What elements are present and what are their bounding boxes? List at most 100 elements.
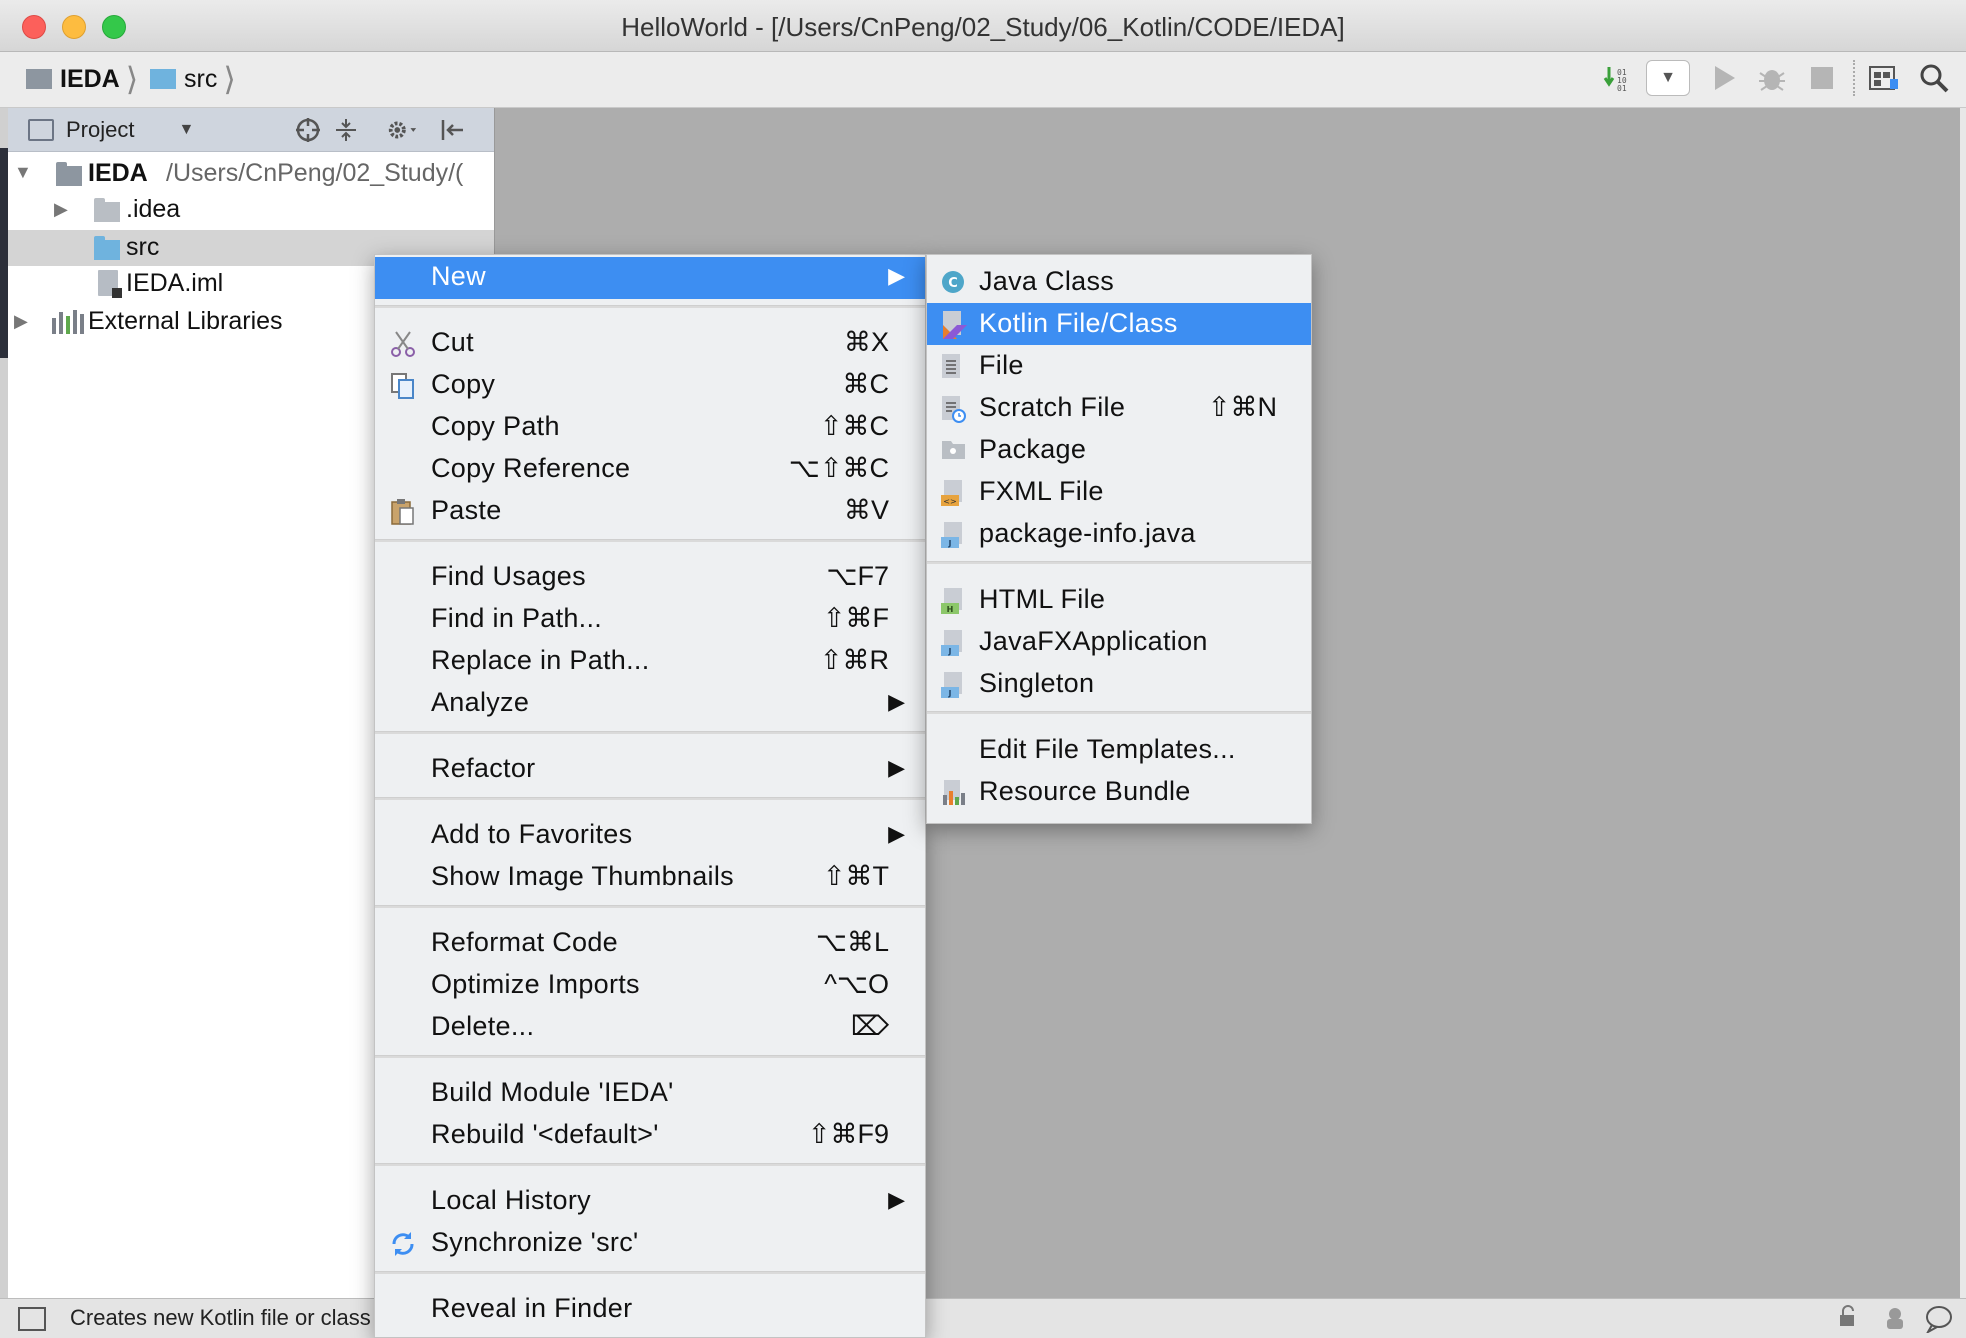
menu-item-synchronize[interactable]: Synchronize 'src' (375, 1223, 925, 1265)
menu-item-cut[interactable]: Cut ⌘X (375, 323, 925, 365)
collapse-all-icon[interactable] (330, 114, 362, 146)
java-file-icon: J (941, 671, 965, 699)
menu-item-reformat-code[interactable]: Reformat Code ⌥⌘L (375, 923, 925, 965)
status-bar: Creates new Kotlin file or class (0, 1298, 1966, 1338)
menu-item-new[interactable]: New ▶ (375, 257, 925, 299)
scratch-file-icon (941, 395, 966, 423)
breadcrumb-ieda[interactable]: IEDA ⟩ (26, 61, 138, 97)
menu-item-copy-reference[interactable]: Copy Reference ⌥⇧⌘C (375, 449, 925, 491)
submenu-item-label: Kotlin File/Class (979, 308, 1178, 338)
submenu-item-package[interactable]: Package (927, 429, 1311, 471)
module-folder-icon (26, 69, 52, 89)
tool-windows-icon[interactable] (18, 1307, 46, 1331)
run-icon[interactable] (1706, 60, 1742, 96)
project-panel-header: Project ▼ (8, 108, 494, 152)
submenu-item-file[interactable]: File (927, 345, 1311, 387)
menu-item-shortcut: ⌥F7 (826, 561, 889, 591)
submenu-item-resource-bundle[interactable]: Resource Bundle (927, 771, 1311, 813)
submenu-item-label: Package (979, 434, 1087, 464)
menu-item-shortcut: ⌦ (850, 1011, 889, 1041)
java-class-icon: C (941, 269, 965, 297)
html-file-icon: H (941, 587, 965, 615)
menu-item-shortcut: ⇧⌘C (819, 411, 889, 441)
make-icon[interactable]: 01 10 01 (1600, 60, 1636, 96)
lock-icon[interactable] (1836, 1305, 1858, 1336)
menu-item-label: New (431, 261, 486, 291)
menu-separator (375, 797, 925, 800)
tool-window-tab[interactable] (0, 148, 8, 358)
menu-item-label: Optimize Imports (431, 969, 640, 999)
submenu-item-scratch-file[interactable]: Scratch File ⇧⌘N (927, 387, 1311, 429)
svg-text:J: J (948, 647, 952, 656)
submenu-arrow-icon: ▶ (888, 689, 905, 714)
menu-item-delete[interactable]: Delete... ⌦ (375, 1007, 925, 1049)
project-structure-icon[interactable] (1866, 60, 1902, 96)
menu-item-paste[interactable]: Paste ⌘V (375, 491, 925, 533)
menu-item-label: Delete... (431, 1011, 535, 1041)
hide-panel-icon[interactable] (436, 114, 468, 146)
menu-item-optimize-imports[interactable]: Optimize Imports ^⌥O (375, 965, 925, 1007)
menu-item-label: Copy Reference (431, 453, 631, 483)
expand-arrow-icon[interactable]: ▶ (54, 199, 68, 220)
tree-item-idea[interactable]: ▶ .idea (8, 192, 494, 228)
debug-icon[interactable] (1754, 60, 1790, 96)
breadcrumb-src[interactable]: src ⟩ (150, 61, 236, 97)
fxml-file-icon: <> (941, 479, 965, 507)
menu-item-label: Reveal in Finder (431, 1293, 633, 1323)
menu-separator (375, 905, 925, 908)
menu-item-local-history[interactable]: Local History ▶ (375, 1181, 925, 1223)
menu-item-refactor[interactable]: Refactor ▶ (375, 749, 925, 791)
chevron-down-icon[interactable]: ▼ (178, 121, 194, 139)
menu-item-copy[interactable]: Copy ⌘C (375, 365, 925, 407)
run-config-dropdown[interactable]: ▼ (1646, 60, 1690, 96)
menu-item-label: Show Image Thumbnails (431, 861, 734, 891)
context-menu: New ▶ Cut ⌘X Copy ⌘C Copy Path ⇧⌘C Copy … (374, 254, 926, 1338)
menu-item-label: Rebuild '<default>' (431, 1119, 659, 1149)
menu-item-copy-path[interactable]: Copy Path ⇧⌘C (375, 407, 925, 449)
menu-item-label: Copy (431, 369, 496, 399)
menu-separator (375, 305, 925, 308)
search-icon[interactable] (1916, 60, 1952, 96)
menu-item-rebuild[interactable]: Rebuild '<default>' ⇧⌘F9 (375, 1115, 925, 1157)
title-bar: HelloWorld - [/Users/CnPeng/02_Study/06_… (0, 0, 1966, 52)
submenu-separator (927, 711, 1311, 714)
submenu-item-javafx-application[interactable]: J JavaFXApplication (927, 621, 1311, 663)
menu-item-label: Local History (431, 1185, 591, 1215)
gear-icon[interactable] (386, 114, 418, 146)
submenu-item-kotlin-file[interactable]: Kotlin File/Class (927, 303, 1311, 345)
submenu-item-html-file[interactable]: H HTML File (927, 579, 1311, 621)
menu-item-label: Synchronize 'src' (431, 1227, 639, 1257)
tree-item-ieda[interactable]: ▼ IEDA /Users/CnPeng/02_Study/( (8, 156, 494, 192)
expand-arrow-icon[interactable]: ▼ (14, 162, 32, 183)
menu-item-find-in-path[interactable]: Find in Path... ⇧⌘F (375, 599, 925, 641)
menu-item-replace-in-path[interactable]: Replace in Path... ⇧⌘R (375, 641, 925, 683)
expand-arrow-icon[interactable]: ▶ (14, 311, 28, 332)
menu-item-build-module[interactable]: Build Module 'IEDA' (375, 1073, 925, 1115)
submenu-separator (927, 561, 1311, 564)
submenu-item-package-info[interactable]: J package-info.java (927, 513, 1311, 555)
submenu-item-edit-file-templates[interactable]: Edit File Templates... (927, 729, 1311, 771)
submenu-item-singleton[interactable]: J Singleton (927, 663, 1311, 705)
menu-item-label: Paste (431, 495, 502, 525)
window-title: HelloWorld - [/Users/CnPeng/02_Study/06_… (621, 12, 1345, 42)
tree-item-label: .idea (126, 195, 181, 223)
menu-separator (375, 1271, 925, 1274)
stop-icon[interactable] (1804, 60, 1840, 96)
breadcrumb-separator: ⟩ (223, 61, 236, 97)
submenu-item-label: File (979, 350, 1024, 380)
menu-item-find-usages[interactable]: Find Usages ⌥F7 (375, 557, 925, 599)
submenu-item-java-class[interactable]: C Java Class (927, 261, 1311, 303)
menu-item-reveal-in-finder[interactable]: Reveal in Finder (375, 1289, 925, 1331)
menu-item-show-image-thumbnails[interactable]: Show Image Thumbnails ⇧⌘T (375, 857, 925, 899)
tree-item-path: /Users/CnPeng/02_Study/( (166, 159, 464, 187)
menu-item-analyze[interactable]: Analyze ▶ (375, 683, 925, 725)
project-view-label[interactable]: Project (66, 117, 134, 143)
java-file-icon: J (941, 629, 965, 657)
menu-item-add-to-favorites[interactable]: Add to Favorites ▶ (375, 815, 925, 857)
menu-separator (375, 731, 925, 734)
menu-item-label: Refactor (431, 753, 536, 783)
event-log-icon[interactable] (1924, 1305, 1954, 1338)
submenu-item-fxml-file[interactable]: <> FXML File (927, 471, 1311, 513)
inspector-icon[interactable] (1882, 1305, 1908, 1338)
scroll-from-source-icon[interactable] (292, 114, 324, 146)
